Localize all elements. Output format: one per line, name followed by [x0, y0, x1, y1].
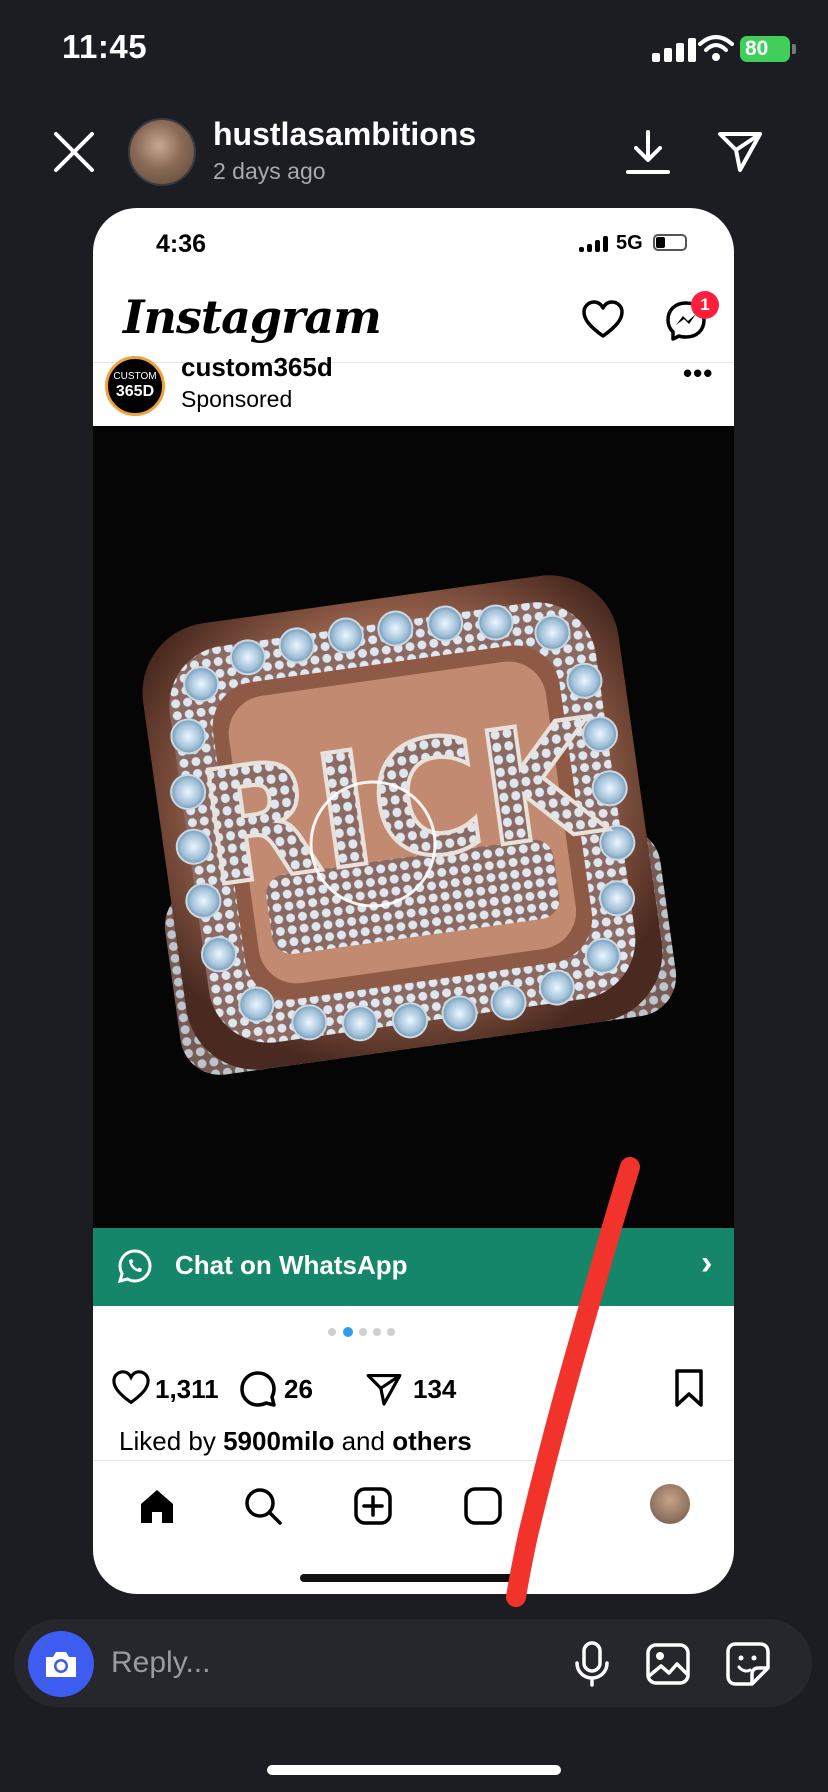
share-icon	[366, 1373, 402, 1406]
cta-label: Chat on WhatsApp	[175, 1250, 408, 1280]
sponsored-label: Sponsored	[181, 386, 293, 412]
camera-icon	[46, 1652, 76, 1677]
story-timestamp: 2 days ago	[213, 158, 326, 184]
message-count-badge: 1	[691, 291, 719, 319]
profile-avatar	[650, 1484, 690, 1524]
inner-network-label: 5G	[616, 232, 643, 254]
like-count: 1,311	[155, 1374, 219, 1404]
sponsor-logo: CUSTOM 365D	[105, 356, 165, 416]
like-icon	[112, 1370, 150, 1405]
home-indicator	[267, 1765, 561, 1775]
chevron-down-icon: ⌄	[333, 314, 350, 336]
close-icon[interactable]	[52, 130, 96, 174]
carousel-dot	[359, 1328, 367, 1336]
inner-signal-icon	[579, 236, 609, 252]
comment-icon	[240, 1371, 276, 1407]
carousel-dot	[387, 1328, 395, 1336]
carousel-dot	[373, 1328, 381, 1336]
send-icon[interactable]	[716, 128, 764, 174]
home-icon	[141, 1490, 173, 1523]
status-time: 11:45	[62, 28, 148, 65]
reply-input[interactable]: Reply...	[111, 1646, 210, 1680]
more-options-icon: •••	[683, 358, 714, 388]
liked-by-text: Liked by 5900milo and others	[119, 1426, 472, 1456]
bookmark-icon	[675, 1369, 703, 1407]
cellular-signal-icon	[652, 38, 696, 62]
sponsor-account-name: custom365d	[181, 352, 333, 382]
comment-count: 26	[284, 1374, 313, 1404]
carousel-dot	[328, 1328, 336, 1336]
wifi-icon	[698, 35, 734, 61]
gallery-icon[interactable]	[645, 1642, 691, 1686]
story-author-username[interactable]: hustlasambitions	[213, 116, 476, 153]
inner-battery-icon	[653, 234, 687, 251]
battery-indicator: 80	[740, 36, 790, 62]
create-post-icon	[354, 1487, 392, 1525]
story-author-avatar[interactable]	[128, 118, 196, 186]
microphone-icon[interactable]	[572, 1640, 612, 1688]
share-count: 134	[413, 1374, 457, 1404]
battery-cap-icon	[792, 44, 796, 54]
camera-button[interactable]	[28, 1631, 94, 1697]
inner-status-time: 4:36	[156, 230, 207, 258]
search-icon	[245, 1488, 282, 1525]
heart-icon	[582, 300, 624, 338]
sticker-icon[interactable]	[724, 1640, 772, 1688]
carousel-dot-active	[343, 1327, 353, 1337]
post-image: RICK	[93, 426, 734, 1234]
chevron-right-icon: ›	[701, 1244, 713, 1282]
red-annotation-stroke	[506, 1157, 640, 1607]
download-icon[interactable]	[626, 128, 670, 176]
whatsapp-icon	[117, 1249, 152, 1284]
